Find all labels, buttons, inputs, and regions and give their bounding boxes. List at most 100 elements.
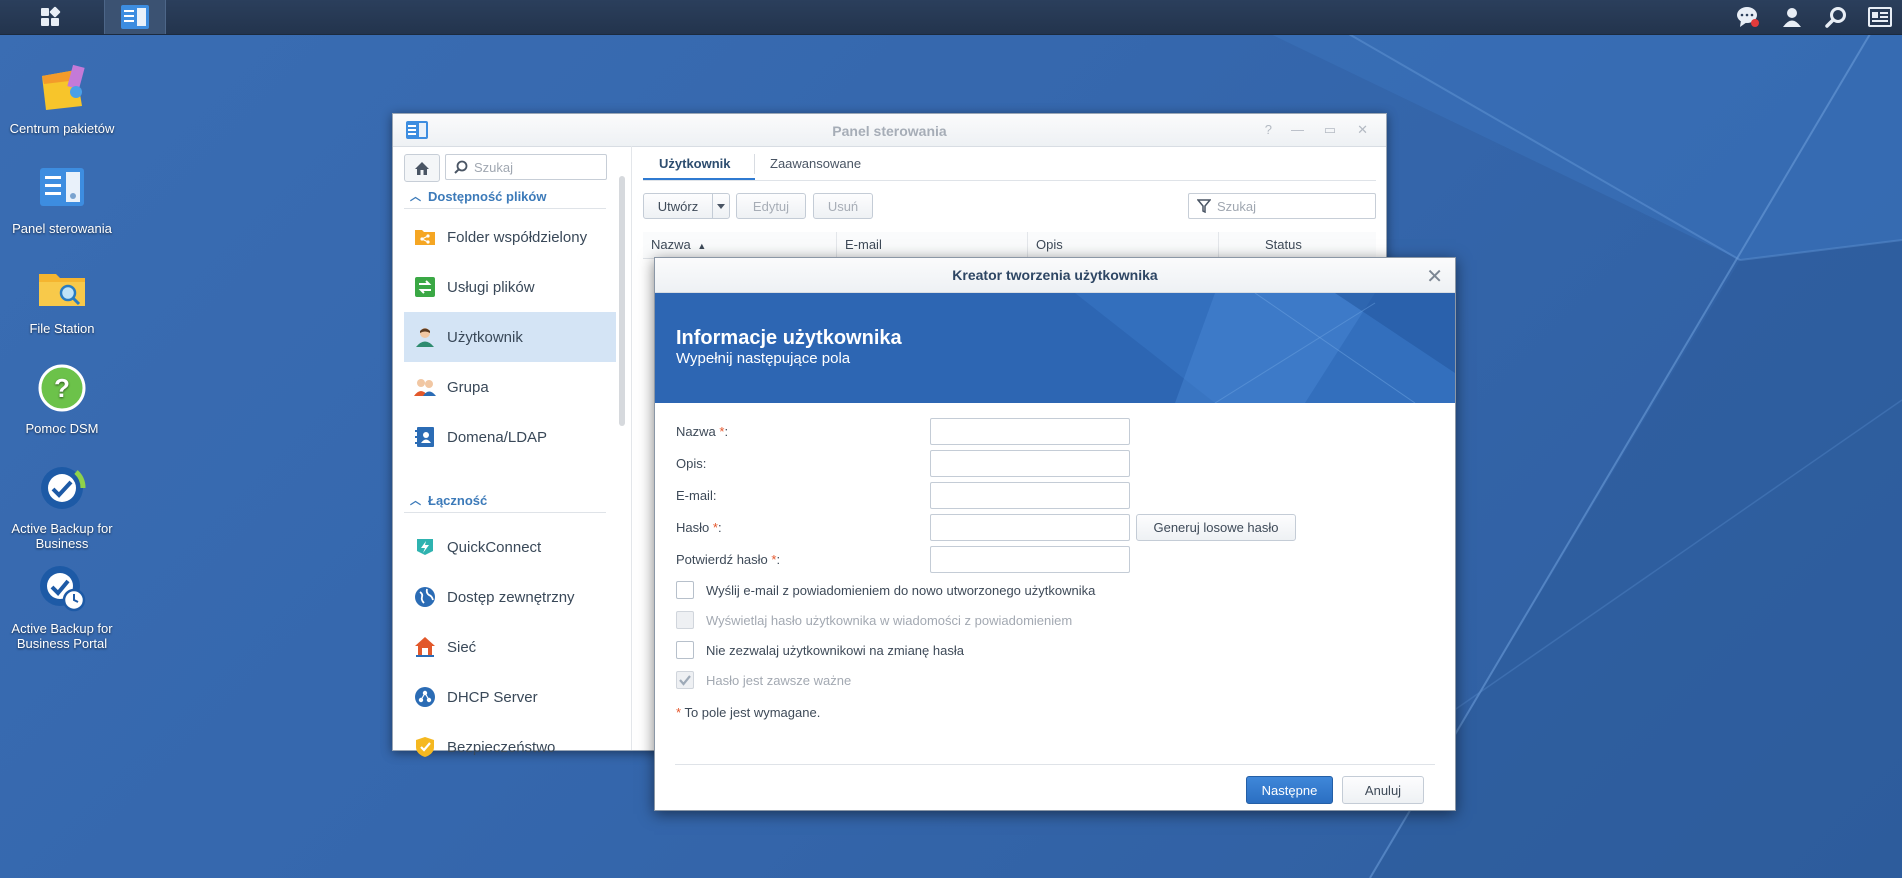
quickconnect-icon <box>417 539 433 555</box>
sidebar-item-group[interactable]: Grupa <box>404 362 616 412</box>
column-label: Nazwa <box>651 237 691 252</box>
sidebar-item-external-access[interactable]: Dostęp zewnętrzny <box>404 572 616 622</box>
shared-folder-icon <box>415 230 435 245</box>
checkbox-box[interactable] <box>676 641 694 659</box>
send-notification-checkbox[interactable]: Wyślij e-mail z powiadomieniem do nowo u… <box>676 581 1095 599</box>
file-services-icon <box>415 277 435 297</box>
user-search-input[interactable]: Szukaj <box>1188 193 1376 219</box>
description-input[interactable] <box>930 450 1130 477</box>
grid-icon <box>41 6 61 26</box>
next-button[interactable]: Następne <box>1246 776 1333 804</box>
sidebar-item-security[interactable]: Bezpieczeństwo <box>404 722 616 772</box>
sidebar-item-domain-ldap[interactable]: Domena/LDAP <box>404 412 616 462</box>
password-never-expires-checkbox[interactable]: Hasło jest zawsze ważne <box>676 671 851 689</box>
sidebar-item-user[interactable]: Użytkownik <box>404 312 616 362</box>
tab-bar: Użytkownik Zaawansowane <box>643 146 1376 181</box>
checkbox-box[interactable] <box>676 581 694 599</box>
sidebar-item-shared-folder[interactable]: Folder współdzielony <box>404 212 616 262</box>
email-input[interactable] <box>930 482 1130 509</box>
checkbox-label: Wyświetlaj hasło użytkownika w wiadomośc… <box>706 612 1073 628</box>
tab-user[interactable]: Użytkownik <box>659 156 731 171</box>
create-user-wizard: Kreator tworzenia użytkownika ✕ Informac… <box>654 257 1456 811</box>
generate-password-button[interactable]: Generuj losowe hasło <box>1136 514 1296 541</box>
taskbar-control-panel-button[interactable] <box>104 0 166 34</box>
chevron-up-icon: ︿ <box>410 191 421 203</box>
user-menu-button[interactable] <box>1770 0 1814 34</box>
sidebar-item-file-services[interactable]: Usługi plików <box>404 262 616 312</box>
wizard-titlebar[interactable]: Kreator tworzenia użytkownika ✕ <box>655 258 1455 293</box>
column-header-name[interactable]: Nazwa ▲ <box>643 232 837 258</box>
section-file-sharing[interactable]: ︿ Dostępność plików <box>404 184 606 209</box>
wizard-subheading: Wypełnij następujące pola <box>676 350 851 367</box>
maximize-button[interactable]: ▭ <box>1324 122 1336 138</box>
user-search-placeholder: Szukaj <box>1217 198 1257 214</box>
sidebar-scrollbar[interactable] <box>619 176 625 426</box>
widgets-icon <box>1868 7 1892 27</box>
section-connectivity[interactable]: ︿ Łączność <box>404 488 606 513</box>
sidebar-search-input[interactable]: Szukaj <box>445 154 607 180</box>
home-button[interactable] <box>404 154 440 182</box>
cancel-button[interactable]: Anuluj <box>1342 776 1424 804</box>
desktop-icon-control-panel[interactable]: Panel sterowania <box>0 162 124 236</box>
field-label-confirm-password: Potwierdź hasło *: <box>676 552 781 567</box>
required-marker: * <box>719 424 725 439</box>
password-input[interactable] <box>930 514 1130 541</box>
wizard-close-button[interactable]: ✕ <box>1426 264 1443 289</box>
control-panel-titlebar[interactable]: Panel sterowania ? — ▭ ✕ <box>393 114 1386 147</box>
checkbox-box[interactable] <box>676 671 694 689</box>
desktop-icon-label: Centrum pakietów <box>9 121 115 136</box>
section-label: Dostępność plików <box>428 188 547 204</box>
sidebar-item-dhcp-server[interactable]: DHCP Server <box>404 672 616 722</box>
tab-advanced[interactable]: Zaawansowane <box>770 156 861 171</box>
search-button[interactable] <box>1814 0 1858 34</box>
desktop-icon-dsm-help[interactable]: ? Pomoc DSM <box>0 362 124 436</box>
home-icon <box>415 161 429 175</box>
sidebar-divider <box>631 146 632 750</box>
field-label-text: E-mail <box>676 488 713 503</box>
tab-active-indicator <box>643 178 755 180</box>
widgets-button[interactable] <box>1858 0 1902 34</box>
create-button[interactable]: Utwórz <box>643 193 713 219</box>
external-access-icon <box>415 587 435 607</box>
field-label-text: Potwierdź hasło <box>676 552 768 567</box>
confirm-password-input[interactable] <box>930 546 1130 573</box>
column-header-email[interactable]: E-mail <box>837 232 1028 258</box>
desktop-icon-label: Pomoc DSM <box>25 421 99 436</box>
control-panel-icon <box>121 5 149 29</box>
column-header-status[interactable]: Status <box>1219 232 1369 258</box>
disallow-password-change-checkbox[interactable]: Nie zezwalaj użytkownikowi na zmianę has… <box>676 641 964 659</box>
desktop-icon-active-backup[interactable]: Active Backup for Business <box>0 462 124 551</box>
notification-icon <box>1737 7 1759 27</box>
edit-button[interactable]: Edytuj <box>736 193 806 219</box>
name-input[interactable] <box>930 418 1130 445</box>
sidebar-item-network[interactable]: Sieć <box>404 622 616 672</box>
field-label-text: Hasło <box>676 520 710 535</box>
notifications-button[interactable] <box>1726 0 1770 34</box>
required-note-text: To pole jest wymagane. <box>684 705 821 720</box>
desktop-icon-active-backup-portal[interactable]: Active Backup for Business Portal <box>0 562 124 651</box>
sidebar-item-label: QuickConnect <box>447 538 542 556</box>
close-button[interactable]: ✕ <box>1357 122 1368 138</box>
field-label-email: E-mail: <box>676 488 717 503</box>
backup-icon <box>41 467 86 509</box>
desktop-icon-package-center[interactable]: Centrum pakietów <box>0 62 124 136</box>
minimize-button[interactable]: — <box>1291 122 1304 137</box>
sidebar-item-label: Dostęp zewnętrzny <box>447 588 575 606</box>
show-password-checkbox[interactable]: Wyświetlaj hasło użytkownika w wiadomośc… <box>676 611 1072 629</box>
required-marker: * <box>712 520 718 535</box>
create-dropdown-button[interactable] <box>712 193 730 219</box>
help-button[interactable]: ? <box>1265 122 1272 137</box>
column-header-description[interactable]: Opis <box>1028 232 1219 258</box>
field-label-password: Hasło *: <box>676 520 722 535</box>
wizard-banner: Informacje użytkownika Wypełnij następuj… <box>655 293 1455 403</box>
main-menu-button[interactable] <box>20 0 80 34</box>
delete-button[interactable]: Usuń <box>813 193 873 219</box>
shield-icon <box>416 737 434 757</box>
desktop-icon-label: Panel sterowania <box>12 221 112 236</box>
desktop-icon-file-station[interactable]: File Station <box>0 262 124 336</box>
filter-icon <box>1197 199 1211 213</box>
checkbox-box[interactable] <box>676 611 694 629</box>
svg-text:?: ? <box>54 373 70 403</box>
sidebar-item-label: DHCP Server <box>447 688 538 706</box>
sidebar-item-quickconnect[interactable]: QuickConnect <box>404 522 616 572</box>
